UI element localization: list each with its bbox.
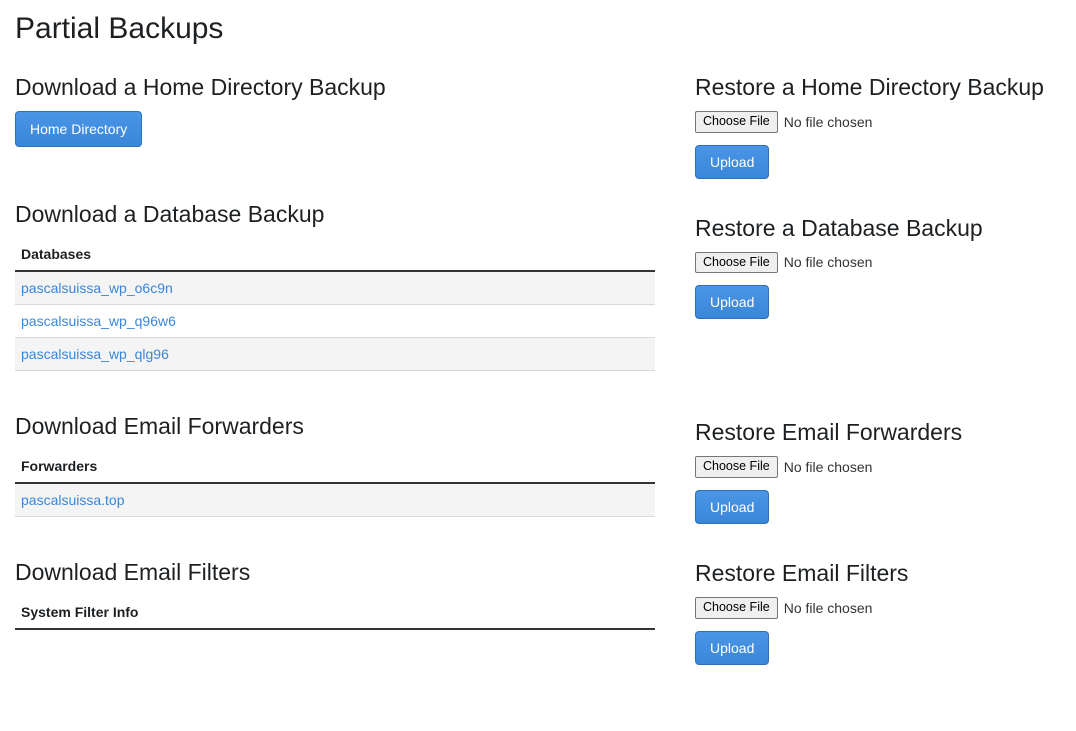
choose-file-button[interactable]: Choose File [695,597,778,619]
table-row: pascalsuissa_wp_o6c9n [15,271,655,305]
upload-button[interactable]: Upload [695,145,769,179]
database-table: Databases pascalsuissa_wp_o6c9n pascalsu… [15,238,655,371]
choose-file-button[interactable]: Choose File [695,111,778,133]
table-row: pascalsuissa_wp_q96w6 [15,305,655,338]
download-forwarders-section: Download Email Forwarders Forwarders pas… [15,413,655,517]
forwarders-table-header: Forwarders [15,450,655,483]
restore-home-directory-section: Restore a Home Directory Backup Choose F… [695,74,1061,179]
database-link[interactable]: pascalsuissa_wp_qlg96 [21,346,169,362]
filters-table: System Filter Info [15,596,655,630]
table-row: pascalsuissa_wp_qlg96 [15,338,655,371]
restore-database-heading: Restore a Database Backup [695,215,1061,242]
restore-home-heading: Restore a Home Directory Backup [695,74,1061,101]
choose-file-button[interactable]: Choose File [695,252,778,274]
database-link[interactable]: pascalsuissa_wp_q96w6 [21,313,176,329]
download-database-section: Download a Database Backup Databases pas… [15,201,655,371]
file-status: No file chosen [784,459,873,475]
restore-forwarders-heading: Restore Email Forwarders [695,419,1061,446]
download-home-directory-section: Download a Home Directory Backup Home Di… [15,74,655,147]
database-table-header: Databases [15,238,655,271]
download-filters-section: Download Email Filters System Filter Inf… [15,559,655,630]
upload-button[interactable]: Upload [695,285,769,319]
choose-file-button[interactable]: Choose File [695,456,778,478]
table-row: pascalsuissa.top [15,483,655,517]
upload-button[interactable]: Upload [695,631,769,665]
download-forwarders-heading: Download Email Forwarders [15,413,655,440]
download-filters-heading: Download Email Filters [15,559,655,586]
restore-forwarders-section: Restore Email Forwarders Choose File No … [695,419,1061,524]
forwarder-link[interactable]: pascalsuissa.top [21,492,125,508]
home-directory-button[interactable]: Home Directory [15,111,142,147]
download-home-heading: Download a Home Directory Backup [15,74,655,101]
page-title: Partial Backups [15,12,1061,46]
download-database-heading: Download a Database Backup [15,201,655,228]
restore-database-section: Restore a Database Backup Choose File No… [695,215,1061,320]
file-status: No file chosen [784,600,873,616]
file-status: No file chosen [784,254,873,270]
forwarders-table: Forwarders pascalsuissa.top [15,450,655,517]
file-status: No file chosen [784,114,873,130]
database-link[interactable]: pascalsuissa_wp_o6c9n [21,280,173,296]
restore-filters-heading: Restore Email Filters [695,560,1061,587]
filters-table-header: System Filter Info [15,596,655,629]
upload-button[interactable]: Upload [695,490,769,524]
restore-filters-section: Restore Email Filters Choose File No fil… [695,560,1061,665]
